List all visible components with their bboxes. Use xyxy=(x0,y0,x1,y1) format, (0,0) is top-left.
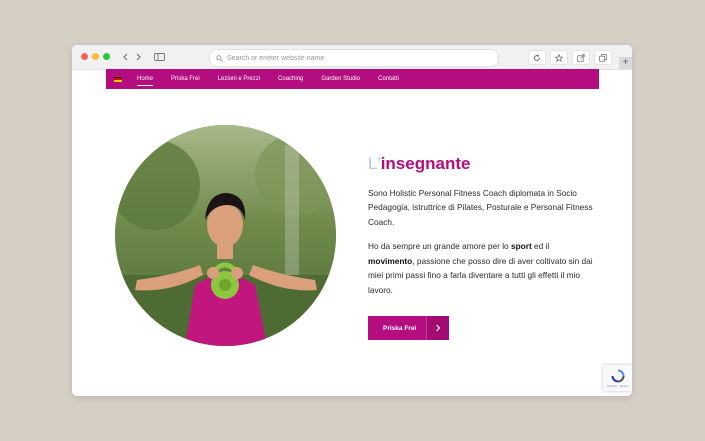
nav-item-home[interactable]: Home xyxy=(137,76,154,86)
chevron-right-icon xyxy=(426,316,450,341)
recaptcha-badge[interactable]: Privacy - Terms xyxy=(603,365,632,391)
nav-item-coaching[interactable]: Coaching xyxy=(278,76,303,82)
recaptcha-footer: Privacy - Terms xyxy=(607,383,628,388)
sidebar-icon xyxy=(153,52,165,61)
chevron-left-icon xyxy=(122,53,127,60)
section-heading: L'insegnante xyxy=(368,154,471,173)
new-tab-button[interactable]: + xyxy=(619,57,632,69)
reload-icon xyxy=(534,53,540,61)
tabs-icon xyxy=(599,53,607,62)
address-input[interactable] xyxy=(227,54,467,62)
close-window-button[interactable] xyxy=(81,53,88,60)
address-bar[interactable] xyxy=(209,49,499,67)
bookmark-button[interactable] xyxy=(550,50,568,65)
browser-window: + Home Priska Frei Lezioni e Prezzi Coac… xyxy=(72,45,632,396)
instructor-photo xyxy=(115,125,336,346)
site-navbar: Home Priska Frei Lezioni e Prezzi Coachi… xyxy=(106,69,599,89)
cta-label: Priska Frei xyxy=(383,324,417,332)
forward-button[interactable] xyxy=(132,50,145,63)
maximize-window-button[interactable] xyxy=(103,53,110,60)
browser-toolbar: + xyxy=(72,45,632,70)
priska-frei-button[interactable]: Priska Frei xyxy=(368,316,450,341)
reload-button[interactable] xyxy=(528,50,546,65)
chevron-right-icon xyxy=(136,53,141,60)
recaptcha-icon xyxy=(611,369,624,382)
intro-paragraph: Sono Holistic Personal Fitness Coach dip… xyxy=(368,187,593,227)
back-button[interactable] xyxy=(118,50,131,63)
sidebar-toggle-button[interactable] xyxy=(152,50,166,63)
share-icon xyxy=(577,53,585,62)
language-flag-icon[interactable] xyxy=(114,76,122,82)
search-icon xyxy=(216,54,223,62)
tab-overview-button[interactable] xyxy=(594,50,612,65)
share-button[interactable] xyxy=(572,50,590,65)
teacher-section: L'insegnante Sono Holistic Personal Fitn… xyxy=(368,154,598,341)
minimize-window-button[interactable] xyxy=(92,53,99,60)
star-icon xyxy=(555,53,563,62)
nav-item-priska-frei[interactable]: Priska Frei xyxy=(171,76,200,82)
nav-item-garden-studio[interactable]: Garden Studio xyxy=(321,76,360,82)
passion-paragraph: Ho da sempre un grande amore per lo spor… xyxy=(368,241,593,295)
nav-item-lezioni-e-prezzi[interactable]: Lezioni e Prezzi xyxy=(218,76,260,82)
nav-item-contatti[interactable]: Contatti xyxy=(378,76,399,82)
flag-stripe-gold xyxy=(114,79,122,82)
